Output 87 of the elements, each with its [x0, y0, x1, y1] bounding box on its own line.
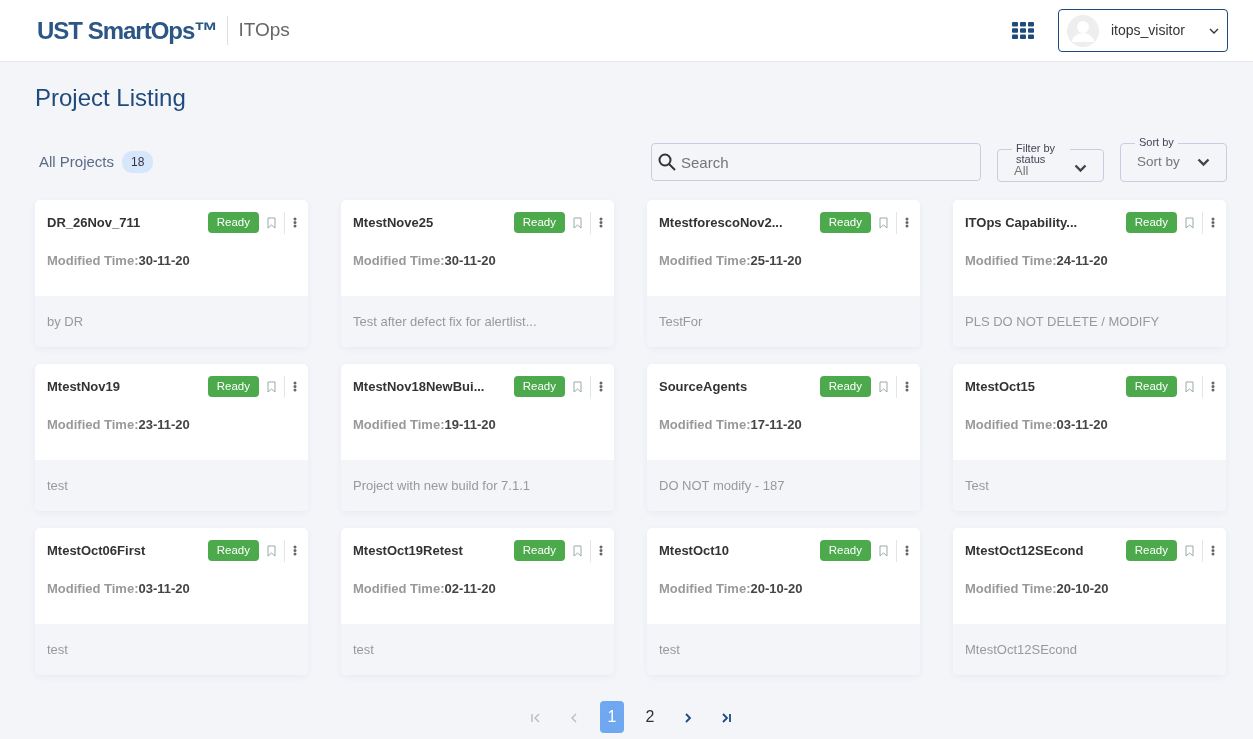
- page-button[interactable]: 2: [638, 700, 662, 733]
- more-options-icon[interactable]: [293, 217, 297, 229]
- modified-time: Modified Time:23-11-20: [47, 415, 191, 434]
- project-description: DO NOT modify - 187: [659, 477, 785, 493]
- more-options-icon[interactable]: [599, 545, 603, 557]
- status-badge: Ready: [1125, 376, 1177, 398]
- modified-time: Modified Time:17-11-20: [659, 415, 803, 434]
- project-count: 18: [122, 151, 154, 174]
- project-name: MtestNov18NewBui...: [353, 378, 485, 397]
- chevron-down-icon: [1074, 163, 1087, 173]
- project-name: MtestOct15: [965, 378, 1036, 397]
- more-options-icon[interactable]: [293, 381, 297, 393]
- status-badge: Ready: [207, 376, 259, 398]
- more-options-icon[interactable]: [905, 217, 909, 229]
- project-name: SourceAgents: [659, 378, 748, 397]
- project-description: Project with new build for 7.1.1: [353, 477, 531, 493]
- project-card[interactable]: MtestOct12SEcond Ready Modified Time:20-10-20 MtestOct12SEcond: [953, 527, 1226, 675]
- more-options-icon[interactable]: [1211, 545, 1215, 557]
- project-card[interactable]: MtestNov18NewBui... Ready Modified Time:19-11-20 Project with new build for 7.1.1: [341, 363, 614, 511]
- more-options-icon[interactable]: [1211, 217, 1215, 229]
- more-options-icon[interactable]: [905, 381, 909, 393]
- modified-time: Modified Time:20-10-20: [965, 579, 1110, 598]
- project-card[interactable]: SourceAgents Ready Modified Time:17-11-20 DO NOT modify - 187: [647, 363, 920, 511]
- product-name: ITOps: [227, 16, 290, 45]
- modified-time: Modified Time:19-11-20: [353, 415, 497, 434]
- modified-time: Modified Time:30-11-20: [353, 251, 497, 270]
- project-description: PLS DO NOT DELETE / MODIFY: [965, 313, 1160, 329]
- status-badge: Ready: [513, 212, 565, 234]
- project-card[interactable]: MtestOct10 Ready Modified Time:20-10-20 test: [647, 527, 920, 675]
- project-card[interactable]: DR_26Nov_711 Ready Modified Time:30-11-20 by DR: [35, 199, 308, 347]
- project-name: MtestforescoNov2...: [659, 214, 783, 233]
- project-description: test: [353, 641, 374, 657]
- more-options-icon[interactable]: [599, 217, 603, 229]
- project-card[interactable]: MtestOct15 Ready Modified Time:03-11-20 Test: [953, 363, 1226, 511]
- status-badge: Ready: [207, 540, 259, 562]
- more-options-icon[interactable]: [599, 381, 603, 393]
- project-name: MtestOct06First: [47, 542, 146, 561]
- project-name: MtestOct10: [659, 542, 730, 561]
- first-page-icon: [530, 712, 542, 723]
- modified-time: Modified Time:02-11-20: [353, 579, 497, 598]
- more-options-icon[interactable]: [293, 545, 297, 557]
- project-card[interactable]: MtestforescoNov2... Ready Modified Time:25-11-20 TestFor: [647, 199, 920, 347]
- modified-time: Modified Time:20-10-20: [659, 579, 804, 598]
- status-badge: Ready: [513, 376, 565, 398]
- page-title: Project Listing: [35, 84, 187, 113]
- status-badge: Ready: [819, 376, 871, 398]
- project-description: TestFor: [659, 313, 703, 329]
- user-menu-button[interactable]: itops_visitor: [1058, 9, 1228, 52]
- modified-time: Modified Time:03-11-20: [965, 415, 1109, 434]
- project-name: ITOps Capability...: [965, 214, 1078, 233]
- modified-time: Modified Time:03-11-20: [47, 579, 191, 598]
- project-description: Test: [965, 477, 989, 493]
- project-name: MtestNove25: [353, 214, 434, 233]
- app-grid-icon[interactable]: [1012, 22, 1034, 39]
- project-description: by DR: [47, 313, 84, 329]
- status-badge: Ready: [207, 212, 259, 234]
- project-description: test: [47, 477, 68, 493]
- status-badge: Ready: [819, 212, 871, 234]
- status-badge: Ready: [819, 540, 871, 562]
- last-page-icon: [720, 712, 732, 723]
- project-card[interactable]: MtestOct06First Ready Modified Time:03-11-20 test: [35, 527, 308, 675]
- chevron-down-icon: [1197, 157, 1210, 167]
- project-card[interactable]: MtestOct19Retest Ready Modified Time:02-11-20 test: [341, 527, 614, 675]
- project-description: test: [659, 641, 680, 657]
- status-badge: Ready: [513, 540, 565, 562]
- more-options-icon[interactable]: [1211, 381, 1215, 393]
- modified-time: Modified Time:25-11-20: [659, 251, 803, 270]
- brand-logo: UST SmartOps™: [37, 15, 218, 46]
- all-projects-label: All Projects: [39, 152, 115, 173]
- project-description: MtestOct12SEcond: [965, 641, 1077, 657]
- status-badge: Ready: [1125, 212, 1177, 234]
- project-description: Test after defect fix for alertlist...: [353, 313, 537, 329]
- chevron-down-icon: [1209, 27, 1219, 34]
- project-name: DR_26Nov_711: [47, 214, 141, 233]
- project-name: MtestOct12SEcond: [965, 542, 1084, 561]
- search-field[interactable]: Search: [651, 143, 981, 182]
- project-card[interactable]: MtestNove25 Ready Modified Time:30-11-20 Test after defect fix for alertlist...: [341, 199, 614, 347]
- chevron-right-icon: [682, 712, 694, 723]
- project-description: test: [47, 641, 68, 657]
- modified-time: Modified Time:24-11-20: [965, 251, 1109, 270]
- modified-time: Modified Time:30-11-20: [47, 251, 191, 270]
- project-card[interactable]: ITOps Capability... Ready Modified Time:24-11-20 PLS DO NOT DELETE / MODIFY: [953, 199, 1226, 347]
- project-name: MtestNov19: [47, 378, 120, 397]
- project-name: MtestOct19Retest: [353, 542, 463, 561]
- more-options-icon[interactable]: [905, 545, 909, 557]
- status-badge: Ready: [1125, 540, 1177, 562]
- project-card[interactable]: MtestNov19 Ready Modified Time:23-11-20 test: [35, 363, 308, 511]
